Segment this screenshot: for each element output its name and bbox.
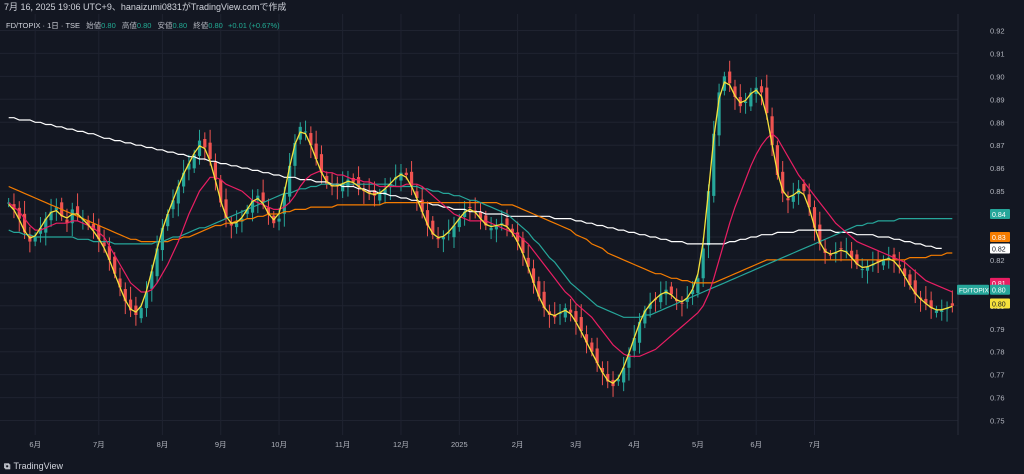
candle-body (934, 310, 939, 313)
x-tick-label: 8月 (157, 440, 169, 449)
candle-body (277, 218, 281, 222)
candle-body (261, 192, 265, 203)
tradingview-logo-icon: ⧉ (4, 461, 11, 471)
y-tick-label: 0.77 (990, 371, 1005, 380)
candle-body (940, 310, 944, 313)
y-tick-label: 0.76 (990, 394, 1005, 403)
chart-header: 7月 16, 2025 19:06 UTC+9、hanaizumi0831がTr… (4, 2, 287, 12)
price-tag-text: 0.83 (992, 235, 1006, 242)
candle-body (701, 248, 705, 279)
candle-body (441, 236, 445, 240)
candle-body (743, 101, 748, 103)
change-value: +0.01 (+0.67%) (227, 21, 280, 30)
candle-body (346, 179, 350, 186)
candle-body (950, 303, 954, 306)
candle-body (404, 172, 408, 176)
y-tick-label: 0.86 (990, 164, 1005, 173)
y-tick-label: 0.85 (990, 187, 1005, 196)
y-tick-label: 0.88 (990, 118, 1005, 127)
candle-body (839, 248, 843, 250)
candle-body (468, 206, 472, 208)
candle-body (235, 223, 239, 228)
candle-body (378, 193, 382, 201)
candle-body (680, 302, 684, 304)
candle-body (489, 227, 493, 231)
x-tick-label: 7月 (809, 440, 821, 449)
candle-body (786, 198, 790, 201)
x-tick-label: 11月 (335, 440, 350, 449)
close-value: 0.80 (208, 21, 223, 30)
x-tick-label: 12月 (393, 440, 409, 449)
candle-body (669, 286, 673, 295)
y-tick-label: 0.92 (990, 26, 1005, 35)
price-tag-text: 0.84 (992, 212, 1006, 219)
close-label: 終値 (193, 21, 209, 30)
candle-body (728, 71, 732, 84)
x-tick-label: 4月 (628, 440, 640, 449)
brand-footer[interactable]: ⧉ TradingView (4, 459, 63, 473)
candle-body (791, 195, 795, 202)
candle-body (765, 87, 769, 114)
x-tick-label: 10月 (271, 440, 287, 449)
y-tick-label: 0.89 (990, 95, 1005, 104)
x-tick-label: 2025 (451, 440, 468, 449)
open-label: 始値 (86, 21, 102, 30)
candle-body (139, 308, 143, 319)
x-tick-label: 5月 (692, 440, 704, 449)
symbol-price-tag-text: FD/TOPIX (959, 288, 990, 295)
price-tag-text: 0.80 (992, 288, 1006, 295)
price-tag-text: 0.82 (992, 246, 1006, 253)
y-tick-label: 0.91 (990, 49, 1005, 58)
y-tick-label: 0.79 (990, 325, 1005, 334)
x-tick-label: 3月 (570, 440, 582, 449)
x-tick-label: 9月 (215, 440, 227, 449)
candle-body (341, 184, 345, 192)
candle-body (563, 308, 567, 318)
y-tick-label: 0.78 (990, 348, 1005, 357)
y-tick-label: 0.87 (990, 141, 1005, 150)
candle-body (569, 309, 573, 313)
symbol-legend: FD/TOPIX · 1日 · TSE 始値0.80 高値0.80 安値0.80… (6, 20, 280, 31)
x-tick-label: 6月 (29, 440, 41, 449)
candle-body (303, 131, 308, 133)
price-chart[interactable]: 0.92 0.91 0.90 0.89 0.88 0.87 0.86 0.85 0.84 0.83… (0, 14, 1024, 459)
price-tag-text: 0.80 (992, 302, 1006, 309)
high-label: 高値 (121, 21, 137, 30)
candle-body (33, 236, 37, 242)
candle-body (208, 142, 212, 159)
x-tick-label: 6月 (750, 440, 762, 449)
candle-body (75, 206, 80, 215)
candle-body (759, 86, 764, 93)
candle-body (505, 218, 509, 226)
x-tick-label: 7月 (93, 440, 105, 449)
y-tick-label: 0.75 (990, 417, 1005, 426)
brand-label: TradingView (13, 461, 63, 471)
candle-body (696, 278, 700, 293)
high-value: 0.80 (136, 21, 152, 30)
x-tick-label: 2月 (512, 440, 524, 449)
candle-body (860, 269, 864, 271)
symbol-name[interactable]: FD/TOPIX · 1日 · TSE (6, 21, 80, 30)
y-tick-label: 0.90 (990, 72, 1005, 81)
candle-body (802, 183, 806, 192)
low-value: 0.80 (172, 21, 188, 30)
open-value: 0.80 (101, 21, 116, 30)
candle-body (203, 138, 207, 148)
y-tick-label: 0.82 (990, 256, 1005, 265)
low-label: 安値 (157, 21, 173, 30)
